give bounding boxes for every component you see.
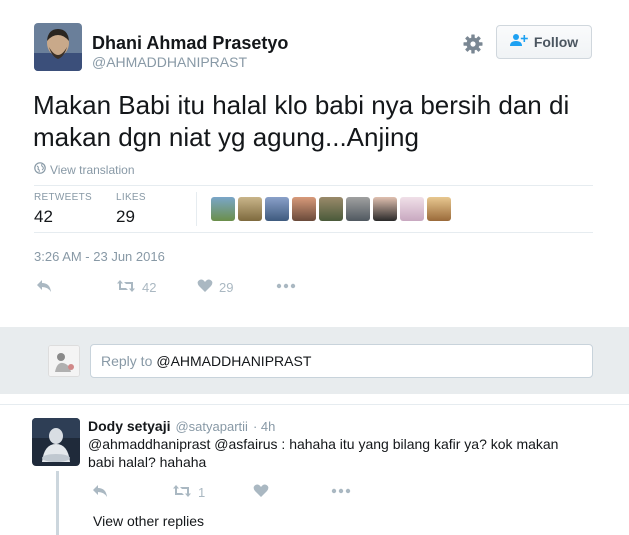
retweet-count: 42 [142, 280, 157, 295]
retweet-icon [116, 279, 136, 296]
reply-more-button[interactable] [331, 484, 351, 501]
liker-avatar[interactable] [319, 197, 343, 221]
reply-button[interactable] [36, 279, 52, 296]
divider [0, 404, 629, 405]
like-count: 29 [219, 280, 234, 295]
globe-icon [34, 162, 46, 177]
liker-avatar[interactable] [427, 197, 451, 221]
reply-reply-button[interactable] [92, 484, 108, 501]
reply-icon [92, 484, 108, 501]
retweet-icon [172, 484, 192, 501]
view-other-replies-link[interactable]: View other replies [93, 513, 204, 529]
reply-input[interactable]: Reply to @AHMADDHANIPRAST [90, 344, 593, 378]
likes-stat[interactable]: LIKES 29 [116, 192, 146, 227]
heart-icon [253, 484, 269, 501]
reply-time[interactable]: · 4h [253, 419, 275, 434]
liker-avatar[interactable] [265, 197, 289, 221]
add-user-icon [509, 33, 528, 52]
retweets-count: 42 [34, 207, 53, 226]
retweet-button[interactable]: 42 [116, 279, 156, 296]
follow-button[interactable]: Follow [496, 25, 592, 59]
divider [34, 232, 593, 233]
reply-like-button[interactable] [253, 484, 269, 501]
author-handle[interactable]: @AHMADDHANIPRAST [92, 54, 247, 70]
liker-avatar[interactable] [400, 197, 424, 221]
liker-avatar[interactable] [346, 197, 370, 221]
reply-placeholder-handle: @AHMADDHANIPRAST [156, 353, 312, 369]
more-icon [276, 279, 296, 296]
retweets-stat[interactable]: RETWEETS 42 [34, 192, 92, 227]
like-button[interactable]: 29 [197, 279, 233, 296]
stats-divider [196, 192, 197, 226]
gear-icon[interactable] [461, 32, 485, 56]
divider [34, 185, 593, 186]
reply-placeholder-prefix: Reply to [101, 353, 153, 369]
reply-text: @ahmaddhaniprast @asfairus : hahaha itu … [88, 436, 559, 470]
view-translation-label: View translation [50, 162, 135, 177]
view-translation-link[interactable]: View translation [34, 162, 135, 177]
liker-avatars [211, 197, 451, 221]
reply-author-handle[interactable]: @satyapartii [175, 419, 247, 434]
reply-retweet-count: 1 [198, 485, 206, 500]
reply-author-avatar[interactable] [32, 418, 80, 466]
likes-label: LIKES [116, 192, 146, 203]
tweet-timestamp[interactable]: 3:26 AM - 23 Jun 2016 [34, 249, 165, 264]
liker-avatar[interactable] [211, 197, 235, 221]
more-button[interactable] [276, 279, 296, 296]
liker-avatar[interactable] [292, 197, 316, 221]
author-name[interactable]: Dhani Ahmad Prasetyo [92, 33, 288, 54]
liker-avatar[interactable] [238, 197, 262, 221]
retweets-label: RETWEETS [34, 192, 92, 203]
likes-count: 29 [116, 207, 135, 226]
thread-line [56, 471, 59, 535]
reply-icon [36, 279, 52, 296]
more-icon [331, 484, 351, 501]
heart-icon [197, 279, 213, 296]
reply-retweet-button[interactable]: 1 [172, 484, 205, 501]
author-avatar[interactable] [34, 23, 82, 71]
current-user-avatar [48, 345, 80, 377]
reply-header: Dody setyaji @satyapartii · 4h [88, 418, 275, 434]
tweet-text: Makan Babi itu halal klo babi nya bersih… [33, 90, 570, 152]
liker-avatar[interactable] [373, 197, 397, 221]
follow-label: Follow [533, 34, 579, 50]
reply-author-name[interactable]: Dody setyaji [88, 418, 170, 434]
